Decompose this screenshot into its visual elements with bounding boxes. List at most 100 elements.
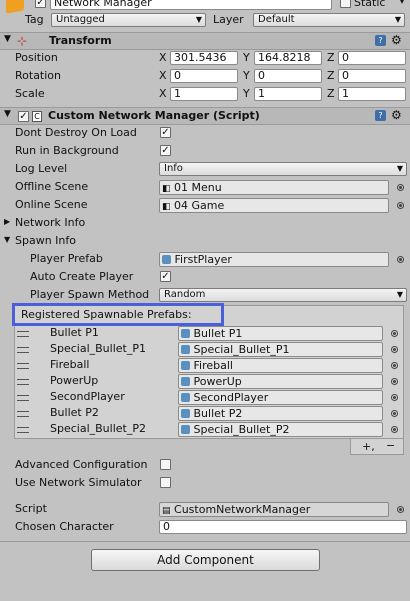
rotation-label: Rotation — [15, 69, 62, 82]
scale-z-axis[interactable]: Z — [327, 87, 335, 101]
drag-handle-icon[interactable] — [17, 395, 29, 401]
script-label: Script — [15, 502, 47, 515]
foldout-open-icon[interactable]: ▼ — [4, 109, 11, 119]
prefab-row-field[interactable]: Bullet P2 — [178, 406, 383, 421]
scale-y-field[interactable]: 1 — [254, 87, 322, 101]
registered-prefabs-label: Registered Spawnable Prefabs: — [21, 308, 192, 321]
layer-value: Default — [258, 14, 295, 25]
rotation-z-field[interactable]: 0 — [338, 69, 406, 83]
static-checkbox[interactable] — [340, 0, 351, 8]
drag-handle-icon[interactable] — [17, 379, 29, 385]
prefab-row-field[interactable]: PowerUp — [178, 374, 383, 389]
gear-icon[interactable]: ⚙ — [391, 108, 402, 122]
prefab-row-label: Bullet P2 — [50, 406, 99, 419]
scene-icon: ◧ — [162, 202, 171, 212]
gameobject-name-field[interactable]: Network Manager — [50, 0, 332, 10]
log-level-label: Log Level — [15, 162, 68, 175]
object-picker-icon[interactable] — [397, 202, 404, 209]
divider — [0, 541, 410, 542]
rotation-x-field[interactable]: 0 — [170, 69, 238, 83]
drag-handle-icon[interactable] — [17, 347, 29, 353]
script-field[interactable]: ▤ CustomNetworkManager — [159, 502, 389, 517]
drag-handle-icon[interactable] — [17, 411, 29, 417]
prefab-row-value: PowerUp — [193, 375, 242, 388]
chosen-character-field[interactable]: 0 — [159, 520, 407, 534]
object-picker-icon[interactable] — [391, 410, 398, 417]
network-info-label[interactable]: Network Info — [15, 216, 85, 230]
prefab-row-field[interactable]: Special_Bullet_P1 — [178, 342, 383, 357]
object-picker-icon[interactable] — [391, 378, 398, 385]
chevron-down-icon: ▼ — [396, 290, 403, 299]
rotation-x-axis[interactable]: X — [159, 69, 167, 83]
position-z-axis[interactable]: Z — [327, 51, 335, 65]
network-simulator-label: Use Network Simulator — [15, 476, 142, 489]
tag-value: Untagged — [56, 14, 105, 25]
add-component-button[interactable]: Add Component — [91, 549, 320, 571]
run-bg-label: Run in Background — [15, 144, 119, 157]
layer-dropdown[interactable]: Default ▼ — [253, 13, 405, 27]
active-checkbox[interactable]: ✓ — [35, 0, 46, 8]
rotation-z-axis[interactable]: Z — [327, 69, 335, 83]
scale-x-axis[interactable]: X — [159, 87, 167, 101]
advanced-config-checkbox[interactable] — [160, 459, 171, 470]
prefab-row-field[interactable]: Fireball — [178, 358, 383, 373]
remove-element-button[interactable]: − — [386, 439, 395, 452]
prefab-row-value: SecondPlayer — [193, 391, 269, 404]
object-picker-icon[interactable] — [397, 256, 404, 263]
offline-scene-field[interactable]: ◧ 01 Menu — [159, 180, 389, 195]
prefab-cube-icon — [181, 393, 190, 402]
offline-scene-value: 01 Menu — [174, 181, 222, 194]
static-dropdown-arrow-icon[interactable]: ▾ — [400, 0, 404, 6]
advanced-config-label: Advanced Configuration — [15, 458, 148, 471]
position-x-field[interactable]: 301.5436 — [170, 51, 238, 65]
prefab-row-field[interactable]: SecondPlayer — [178, 390, 383, 405]
prefab-row-field[interactable]: Bullet P1 — [178, 326, 383, 341]
position-z-field[interactable]: 0 — [338, 51, 406, 65]
object-picker-icon[interactable] — [397, 184, 404, 191]
spawn-method-dropdown[interactable]: Random ▼ — [159, 288, 407, 302]
rotation-y-axis[interactable]: Y — [243, 69, 250, 83]
prefab-row-field[interactable]: Special_Bullet_P2 — [178, 422, 383, 437]
help-icon[interactable]: ? — [375, 110, 386, 121]
run-bg-checkbox[interactable]: ✓ — [160, 145, 171, 156]
position-y-axis[interactable]: Y — [243, 51, 250, 65]
log-level-dropdown[interactable]: Info ▼ — [159, 162, 407, 176]
player-prefab-field[interactable]: FirstPlayer — [159, 252, 389, 267]
object-picker-icon[interactable] — [391, 346, 398, 353]
rotation-y-field[interactable]: 0 — [254, 69, 322, 83]
auto-create-checkbox[interactable]: ✓ — [160, 271, 171, 282]
scale-x-field[interactable]: 1 — [170, 87, 238, 101]
drag-handle-icon[interactable] — [17, 363, 29, 369]
network-simulator-checkbox[interactable] — [160, 477, 171, 488]
prefab-cube-icon — [162, 255, 171, 264]
prefab-row-value: Fireball — [193, 359, 233, 372]
help-icon[interactable]: ? — [375, 35, 386, 46]
gear-icon[interactable]: ⚙ — [391, 33, 402, 47]
spawn-info-label[interactable]: Spawn Info — [15, 234, 76, 248]
prefab-row-label: Special_Bullet_P1 — [50, 342, 146, 355]
foldout-open-icon[interactable]: ▼ — [4, 34, 11, 44]
drag-handle-icon[interactable] — [17, 427, 29, 433]
dont-destroy-checkbox[interactable]: ✓ — [160, 127, 171, 138]
foldout-closed-icon[interactable]: ▶ — [4, 217, 10, 226]
position-x-axis[interactable]: X — [159, 51, 167, 65]
object-picker-icon[interactable] — [391, 394, 398, 401]
online-scene-field[interactable]: ◧ 04 Game — [159, 198, 389, 213]
object-picker-icon[interactable] — [391, 362, 398, 369]
position-y-field[interactable]: 164.8218 — [254, 51, 322, 65]
object-picker-icon[interactable] — [397, 506, 404, 513]
object-picker-icon[interactable] — [391, 330, 398, 337]
chevron-down-icon: ▼ — [195, 15, 202, 24]
object-picker-icon[interactable] — [391, 426, 398, 433]
drag-handle-icon[interactable] — [17, 331, 29, 337]
transform-header[interactable]: ▼ ⊹ Transform ? ⚙ — [0, 32, 410, 50]
tag-dropdown[interactable]: Untagged ▼ — [51, 13, 206, 27]
foldout-open-icon[interactable]: ▼ — [4, 235, 10, 244]
transform-icon: ⊹ — [17, 34, 28, 48]
network-manager-header[interactable]: ▼ ✓ C Custom Network Manager (Script) ? … — [0, 107, 410, 125]
component-enabled-checkbox[interactable]: ✓ — [18, 111, 29, 122]
add-element-button[interactable]: +, — [362, 440, 375, 453]
scale-z-field[interactable]: 1 — [338, 87, 406, 101]
scale-y-axis[interactable]: Y — [243, 87, 250, 101]
spawn-method-label: Player Spawn Method — [30, 288, 150, 301]
